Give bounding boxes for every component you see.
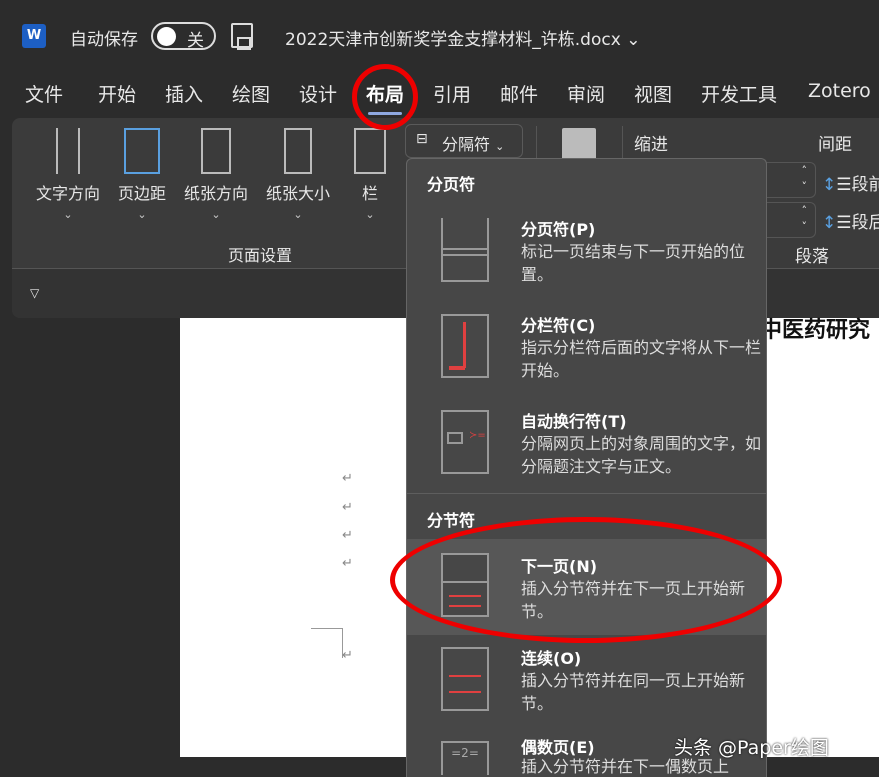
item-desc: 标记一页结束与下一页开始的位置。: [521, 240, 761, 286]
breaks-icon: ⊟: [416, 131, 428, 147]
tab-mailings[interactable]: 邮件: [500, 80, 538, 107]
tab-insert[interactable]: 插入: [165, 80, 203, 107]
item-title: 自动换行符(T): [521, 408, 627, 432]
chevron-down-icon: ⌄: [626, 30, 640, 50]
label: 纸张方向: [178, 180, 254, 204]
label: 纸张大小: [260, 180, 336, 204]
save-icon[interactable]: [231, 23, 253, 48]
item-title: 偶数页(E): [521, 739, 595, 757]
item-desc: 指示分栏符后面的文字将从下一栏开始。: [521, 336, 761, 382]
indent-spinner[interactable]: ˄˅: [766, 162, 816, 198]
document-title[interactable]: 2022天津市创新奖学金支撑材料_许栋.docx ⌄: [285, 25, 640, 50]
autosave-toggle[interactable]: 关: [151, 22, 216, 50]
line-numbers-icon[interactable]: [562, 128, 596, 160]
orientation-button[interactable]: 纸张方向⌄: [178, 128, 254, 221]
orientation-icon: [201, 128, 231, 174]
even-page-icon: =2=: [441, 741, 489, 775]
space-before[interactable]: ↕☰段前: [822, 170, 879, 195]
paragraph-mark: ↵: [342, 500, 353, 515]
paragraph-mark: ↵: [342, 471, 353, 486]
section-header-page-breaks: 分页符: [427, 171, 475, 195]
label: 分隔符: [442, 135, 490, 154]
annotation-circle-next-page: [390, 517, 782, 643]
document-title-text: 2022天津市创新奖学金支撑材料_许栋.docx: [285, 30, 621, 50]
autosave-state: 关: [187, 26, 204, 51]
annotation-circle-layout-tab: [352, 64, 418, 130]
title-bar: W 自动保存 关 2022天津市创新奖学金支撑材料_许栋.docx ⌄: [0, 0, 879, 70]
chevron-down-icon: ⌄: [495, 140, 504, 153]
item-title: 分栏符(C): [521, 312, 595, 336]
label: 段前: [852, 175, 879, 195]
paragraph-group-label: 段落: [795, 242, 829, 267]
size-button[interactable]: 纸张大小⌄: [260, 128, 336, 221]
tab-file[interactable]: 文件: [25, 80, 63, 107]
menu-item-column-break[interactable]: 分栏符(C) 指示分栏符后面的文字将从下一栏开始。: [407, 312, 766, 408]
spacing-label: 间距: [818, 130, 852, 155]
label: 页边距: [112, 180, 172, 204]
watermark: 头条 @Paper绘图: [674, 733, 829, 760]
breaks-button[interactable]: ⊟ 分隔符 ⌄: [405, 124, 523, 158]
tab-draw[interactable]: 绘图: [232, 80, 270, 107]
label: 栏: [352, 180, 388, 204]
columns-icon: [354, 128, 386, 174]
paper-size-icon: [284, 128, 312, 174]
divider: [407, 493, 766, 494]
tab-view[interactable]: 视图: [634, 80, 672, 107]
tab-developer[interactable]: 开发工具: [701, 80, 777, 107]
label: 段后: [852, 213, 879, 233]
label: 文字方向: [32, 180, 104, 204]
text-direction-icon: [56, 128, 80, 174]
page-break-icon: [441, 218, 489, 282]
breaks-dropdown-menu: 分页符 分页符(P) 标记一页结束与下一页开始的位置。 分栏符(C) 指示分栏符…: [406, 158, 767, 777]
tab-references[interactable]: 引用: [433, 80, 471, 107]
paragraph-mark: ↵: [342, 556, 353, 571]
continuous-icon: [441, 647, 489, 711]
item-desc: 分隔网页上的对象周围的文字，如分隔题注文字与正文。: [521, 432, 761, 478]
tab-home[interactable]: 开始: [98, 80, 136, 107]
item-desc: 插入分节符并在同一页上开始新节。: [521, 669, 761, 715]
page-setup-group-label: 页面设置: [228, 242, 292, 266]
text-wrapping-icon: ≻=: [441, 410, 489, 474]
menu-item-text-wrapping[interactable]: ≻= 自动换行符(T) 分隔网页上的对象周围的文字，如分隔题注文字与正文。: [407, 408, 766, 504]
column-break-icon: [441, 314, 489, 378]
tab-review[interactable]: 审阅: [567, 80, 605, 107]
indent-label: 缩进: [634, 130, 668, 155]
margins-button[interactable]: 页边距⌄: [112, 128, 172, 221]
text-direction-button[interactable]: 文字方向⌄: [32, 128, 104, 221]
space-after[interactable]: ↕☰段后: [822, 208, 879, 233]
indent-spinner[interactable]: ˄˅: [766, 202, 816, 238]
item-title: 分页符(P): [521, 216, 595, 240]
document-text: 中医药研究: [760, 312, 870, 344]
menu-item-continuous[interactable]: 连续(O) 插入分节符并在同一页上开始新节。: [407, 645, 766, 741]
margins-icon: [124, 128, 160, 174]
ribbon-expand-icon[interactable]: ▽: [30, 286, 39, 300]
tab-design[interactable]: 设计: [299, 80, 337, 107]
autosave-label: 自动保存: [70, 25, 138, 50]
paragraph-mark: ↵: [342, 528, 353, 543]
paragraph-mark: ↵: [342, 648, 353, 663]
menu-item-page-break[interactable]: 分页符(P) 标记一页结束与下一页开始的位置。: [407, 216, 766, 312]
item-title: 连续(O): [521, 645, 581, 669]
columns-button[interactable]: 栏⌄: [352, 128, 388, 221]
margin-corner-mark: [311, 628, 343, 658]
tab-zotero[interactable]: Zotero: [808, 80, 871, 102]
section-header-section-breaks: 分节符: [427, 507, 475, 531]
word-icon: W: [22, 24, 46, 48]
